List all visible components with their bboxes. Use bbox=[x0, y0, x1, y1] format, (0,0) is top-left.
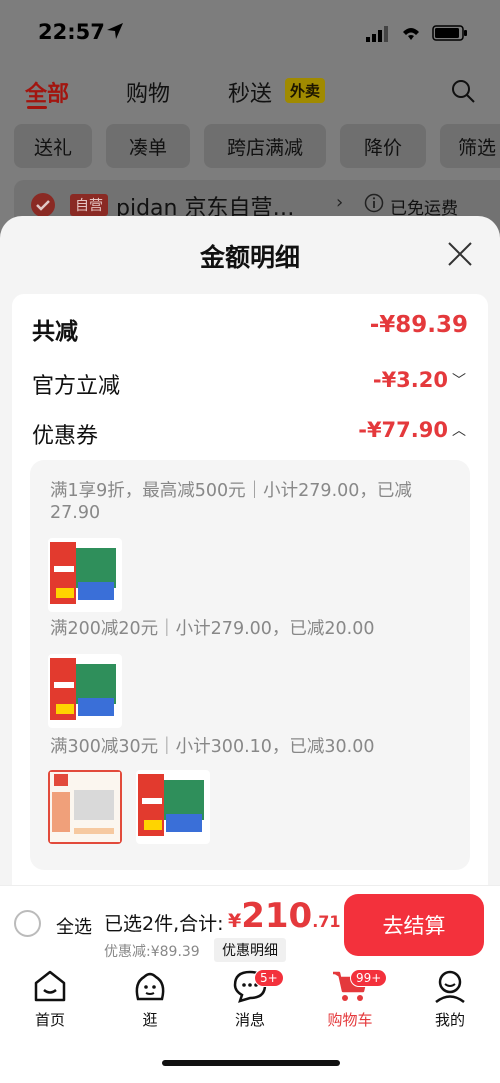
close-icon[interactable] bbox=[446, 240, 474, 268]
nav-cart[interactable]: 购物车 99+ bbox=[310, 969, 390, 1030]
battery-icon bbox=[432, 25, 467, 41]
home-icon bbox=[34, 970, 66, 1002]
amount-card: 共减 -¥89.39 官方立减 -¥3.20 ﹀ 优惠券 -¥77.90 ︿ 满… bbox=[12, 294, 488, 894]
nav-stroll[interactable]: 逛 bbox=[110, 969, 190, 1030]
tab-all[interactable]: 全部 bbox=[25, 76, 69, 108]
coupon-detail-box: 满1享9折，最高减500元｜小计279.00，已减27.90 满200减20元｜… bbox=[30, 460, 470, 870]
filter-price-drop[interactable]: 降价 bbox=[340, 124, 426, 168]
coupon-rule-3: 满300减30元｜小计300.10，已减30.00 bbox=[50, 737, 375, 757]
filter-cross-store[interactable]: 跨店满减 bbox=[204, 124, 326, 168]
message-badge: 5+ bbox=[254, 969, 284, 987]
total-integer: 210 bbox=[241, 896, 313, 936]
discount-summary: 优惠减:¥89.39 bbox=[104, 944, 200, 960]
chevron-down-icon: ﹀ bbox=[452, 373, 466, 389]
check-circle-icon[interactable] bbox=[30, 192, 56, 218]
litter-product-image-icon bbox=[50, 658, 116, 720]
discount-detail-button[interactable]: 优惠明细 bbox=[214, 938, 286, 962]
nav-cart-label: 购物车 bbox=[327, 1011, 373, 1029]
coupon-rule-2: 满200减20元｜小计279.00，已减20.00 bbox=[50, 619, 375, 639]
tab-active-indicator bbox=[27, 106, 47, 109]
location-arrow-icon bbox=[107, 23, 123, 39]
chevron-right-icon: › bbox=[336, 192, 344, 213]
filter-gift[interactable]: 送礼 bbox=[14, 124, 92, 168]
sheet-title: 金额明细 bbox=[199, 243, 300, 272]
profile-icon bbox=[435, 970, 465, 1003]
background-page: 22:57 全部 购物 秒送 外卖 送礼 凑单 跨店满减 降价 筛选 自营 pi… bbox=[0, 0, 500, 240]
official-discount-label: 官方立减 bbox=[32, 374, 121, 399]
wifi-icon bbox=[403, 28, 419, 40]
takeout-badge: 外卖 bbox=[285, 78, 326, 103]
product-thumbnail[interactable] bbox=[48, 654, 122, 728]
nav-stroll-label: 逛 bbox=[142, 1011, 158, 1029]
selected-summary: 已选2件,合计: bbox=[104, 913, 224, 935]
currency-symbol: ¥ bbox=[228, 910, 242, 932]
home-indicator bbox=[162, 1060, 340, 1066]
coupon-rule-1: 满1享9折，最高减500元｜小计279.00，已减27.90 bbox=[50, 481, 412, 523]
total-discount-amount: -¥89.39 bbox=[369, 312, 468, 338]
total-price: ¥210.71 bbox=[228, 896, 341, 936]
select-all-label[interactable]: 全选 bbox=[56, 913, 92, 939]
pidan-product-image-icon bbox=[50, 772, 120, 842]
nav-profile-label: 我的 bbox=[434, 1011, 465, 1029]
official-discount-row[interactable]: -¥3.20 ﹀ bbox=[373, 368, 466, 392]
info-icon[interactable] bbox=[364, 193, 384, 213]
coupon-label: 优惠券 bbox=[32, 424, 99, 449]
product-thumbnail[interactable] bbox=[48, 538, 122, 612]
search-icon[interactable] bbox=[450, 78, 476, 104]
checkout-bar: 全选 已选2件,合计: ¥210.71 优惠减:¥89.39 优惠明细 去结算 bbox=[0, 885, 500, 963]
filter-row: 送礼 凑单 跨店满减 降价 筛选 bbox=[0, 124, 500, 168]
total-decimal: .71 bbox=[312, 912, 341, 931]
stroll-icon bbox=[135, 972, 165, 1001]
official-discount-amount: -¥3.20 bbox=[372, 368, 448, 392]
nav-home-label: 首页 bbox=[34, 1011, 65, 1029]
filter-add-on[interactable]: 凑单 bbox=[106, 124, 190, 168]
tab-shopping[interactable]: 购物 bbox=[126, 76, 170, 108]
litter-product-image-icon bbox=[50, 542, 116, 604]
nav-messages-label: 消息 bbox=[234, 1011, 265, 1029]
filter-more[interactable]: 筛选 bbox=[440, 124, 500, 168]
tab-instant[interactable]: 秒送 bbox=[228, 76, 272, 108]
top-tabs: 全部 购物 秒送 外卖 bbox=[0, 72, 500, 112]
nav-home[interactable]: 首页 bbox=[10, 969, 90, 1030]
checkout-button[interactable]: 去结算 bbox=[344, 894, 484, 956]
cart-badge: 99+ bbox=[350, 969, 388, 987]
select-all-radio[interactable] bbox=[14, 910, 41, 937]
status-time: 22:57 bbox=[38, 20, 105, 44]
litter-product-image-icon bbox=[138, 774, 204, 836]
coupon-amount: -¥77.90 bbox=[358, 418, 448, 442]
product-thumbnail[interactable] bbox=[48, 770, 122, 844]
status-bar: 22:57 bbox=[0, 0, 500, 64]
nav-messages[interactable]: 消息 5+ bbox=[210, 969, 290, 1030]
chevron-up-icon: ︿ bbox=[452, 423, 466, 439]
coupon-row[interactable]: -¥77.90 ︿ bbox=[358, 418, 466, 442]
self-operated-tag: 自营 bbox=[70, 194, 108, 216]
cellular-signal-icon bbox=[366, 26, 388, 42]
product-thumbnail[interactable] bbox=[136, 770, 210, 844]
nav-profile[interactable]: 我的 bbox=[410, 969, 490, 1030]
total-discount-label: 共减 bbox=[32, 319, 78, 345]
